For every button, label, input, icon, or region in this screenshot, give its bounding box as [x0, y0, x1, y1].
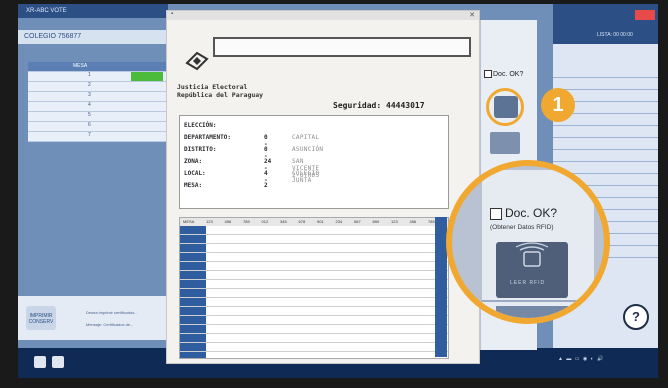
bg-table-row[interactable]: 2 — [28, 82, 168, 92]
highlight-ring — [486, 88, 524, 126]
tally-row — [180, 343, 448, 352]
step-badge: 1 — [541, 88, 575, 122]
tally-row — [180, 271, 448, 280]
tally-header-cell: 345 — [280, 219, 287, 224]
tally-header-cell: 123 — [206, 219, 213, 224]
tally-row — [180, 226, 448, 235]
bg-app-title: XR-ABC VOTE — [18, 4, 168, 18]
bg-note: Mensaje: Certificados de... — [86, 322, 134, 327]
tally-header-cell: 456 — [224, 219, 232, 224]
tally-header-cell: 789 — [243, 219, 250, 224]
tally-header: MESA 123 456 789 012 345 678 901 234 567 890 123 456… — [180, 218, 448, 226]
bg-table-row[interactable]: 4 — [28, 102, 168, 112]
tally-row-header — [180, 343, 206, 351]
bg-note: Desea imprimir certificados... — [86, 310, 138, 315]
org-country: República del Paraguay — [177, 91, 264, 99]
tally-row — [180, 316, 448, 325]
tally-row — [180, 244, 448, 253]
doc-ok-checkbox[interactable]: Doc. OK? — [484, 70, 523, 78]
bg-table-row[interactable]: 5 — [28, 112, 168, 122]
tally-row-header — [180, 352, 206, 358]
election-info-box: ELECCIÓN: DEPARTAMENTO: 0 - CAPITAL DISTRI… — [179, 115, 449, 209]
bg-table-row[interactable]: 1 — [28, 72, 168, 82]
tally-row-header — [180, 280, 206, 288]
bg-app-header: COLEGIO 756877 — [18, 30, 168, 44]
tally-row — [180, 352, 448, 358]
bg-table-row[interactable]: 7 — [28, 132, 168, 142]
tally-row-header — [180, 316, 206, 324]
read-rfid-button[interactable]: LEER RFID — [496, 242, 568, 298]
right-status: LISTA: 00 00:00 — [597, 32, 633, 38]
tally-row-header — [180, 298, 206, 306]
checkbox-icon[interactable] — [490, 207, 502, 220]
org-name: Justicia Electoral — [177, 83, 248, 91]
help-icon[interactable]: ? — [623, 304, 649, 330]
justicia-logo-icon — [185, 51, 209, 71]
zoom-doc-ok[interactable]: Doc. OK? — [490, 206, 557, 220]
tally-row-header — [180, 253, 206, 261]
zoom-hint: (Obtener Datos RFID) — [490, 224, 554, 231]
tally-header-cell: 789 — [428, 219, 435, 224]
security-code: Seguridad: 44443017 — [333, 101, 425, 110]
tally-header-cell: 012 — [261, 219, 269, 224]
tally-row-header — [180, 262, 206, 270]
tally-row-header — [180, 235, 206, 243]
taskbar-app-icon[interactable] — [52, 356, 64, 368]
start-icon[interactable] — [34, 356, 46, 368]
tally-row — [180, 280, 448, 289]
tally-header-cell: 234 — [335, 219, 343, 224]
bg-table: MESA 1 2 3 4 5 6 7 — [28, 62, 168, 142]
tally-rows — [180, 226, 448, 358]
tally-row-header — [180, 325, 206, 333]
tally-row — [180, 235, 448, 244]
bg-table-row[interactable]: 3 — [28, 92, 168, 102]
tally-header-cell: 901 — [317, 219, 324, 224]
tally-header-cell: 890 — [372, 219, 380, 224]
tally-row — [180, 262, 448, 271]
print-button[interactable]: IMPRIMIR CONSERV — [26, 306, 56, 330]
tally-header-cell: 678 — [298, 219, 306, 224]
bg-table-header: MESA — [28, 62, 168, 72]
secondary-button[interactable] — [490, 132, 520, 154]
tally-header-cell: 567 — [354, 219, 361, 224]
modal-titlebar: ▪ ✕ — [167, 11, 479, 20]
tally-row — [180, 253, 448, 262]
tally-header-cell: 123 — [391, 219, 398, 224]
tally-row — [180, 298, 448, 307]
tally-row-header — [180, 289, 206, 297]
window-menu-icon[interactable]: ▪ — [171, 11, 173, 17]
system-tray: ▲ ▬ ▭ ◉ ◐ 🔊 — [558, 356, 605, 362]
tally-header-cell: 456 — [409, 219, 417, 224]
tally-row-header — [180, 244, 206, 252]
bg-table-row[interactable]: 6 — [28, 122, 168, 132]
tally-row — [180, 307, 448, 316]
tally-row-header — [180, 307, 206, 315]
tally-row — [180, 334, 448, 343]
close-button[interactable] — [635, 10, 655, 20]
tally-row-header — [180, 271, 206, 279]
rfid-icon — [515, 242, 549, 267]
header-field — [213, 37, 471, 57]
tally-header-cell: MESA — [183, 219, 195, 224]
checkbox-icon[interactable] — [484, 70, 492, 78]
tally-row-header — [180, 226, 206, 234]
tally-row — [180, 289, 448, 298]
tally-grid: MESA 123 456 789 012 345 678 901 234 567 890 123 456… — [179, 217, 449, 359]
zoom-callout: Doc. OK? (Obtener Datos RFID) LEER RFID — [446, 160, 610, 324]
close-icon[interactable]: ✕ — [469, 11, 475, 19]
tally-row — [180, 325, 448, 334]
tally-row-header — [180, 334, 206, 342]
electoral-modal: ▪ ✕ Justicia Electoral República del Par… — [166, 10, 480, 364]
